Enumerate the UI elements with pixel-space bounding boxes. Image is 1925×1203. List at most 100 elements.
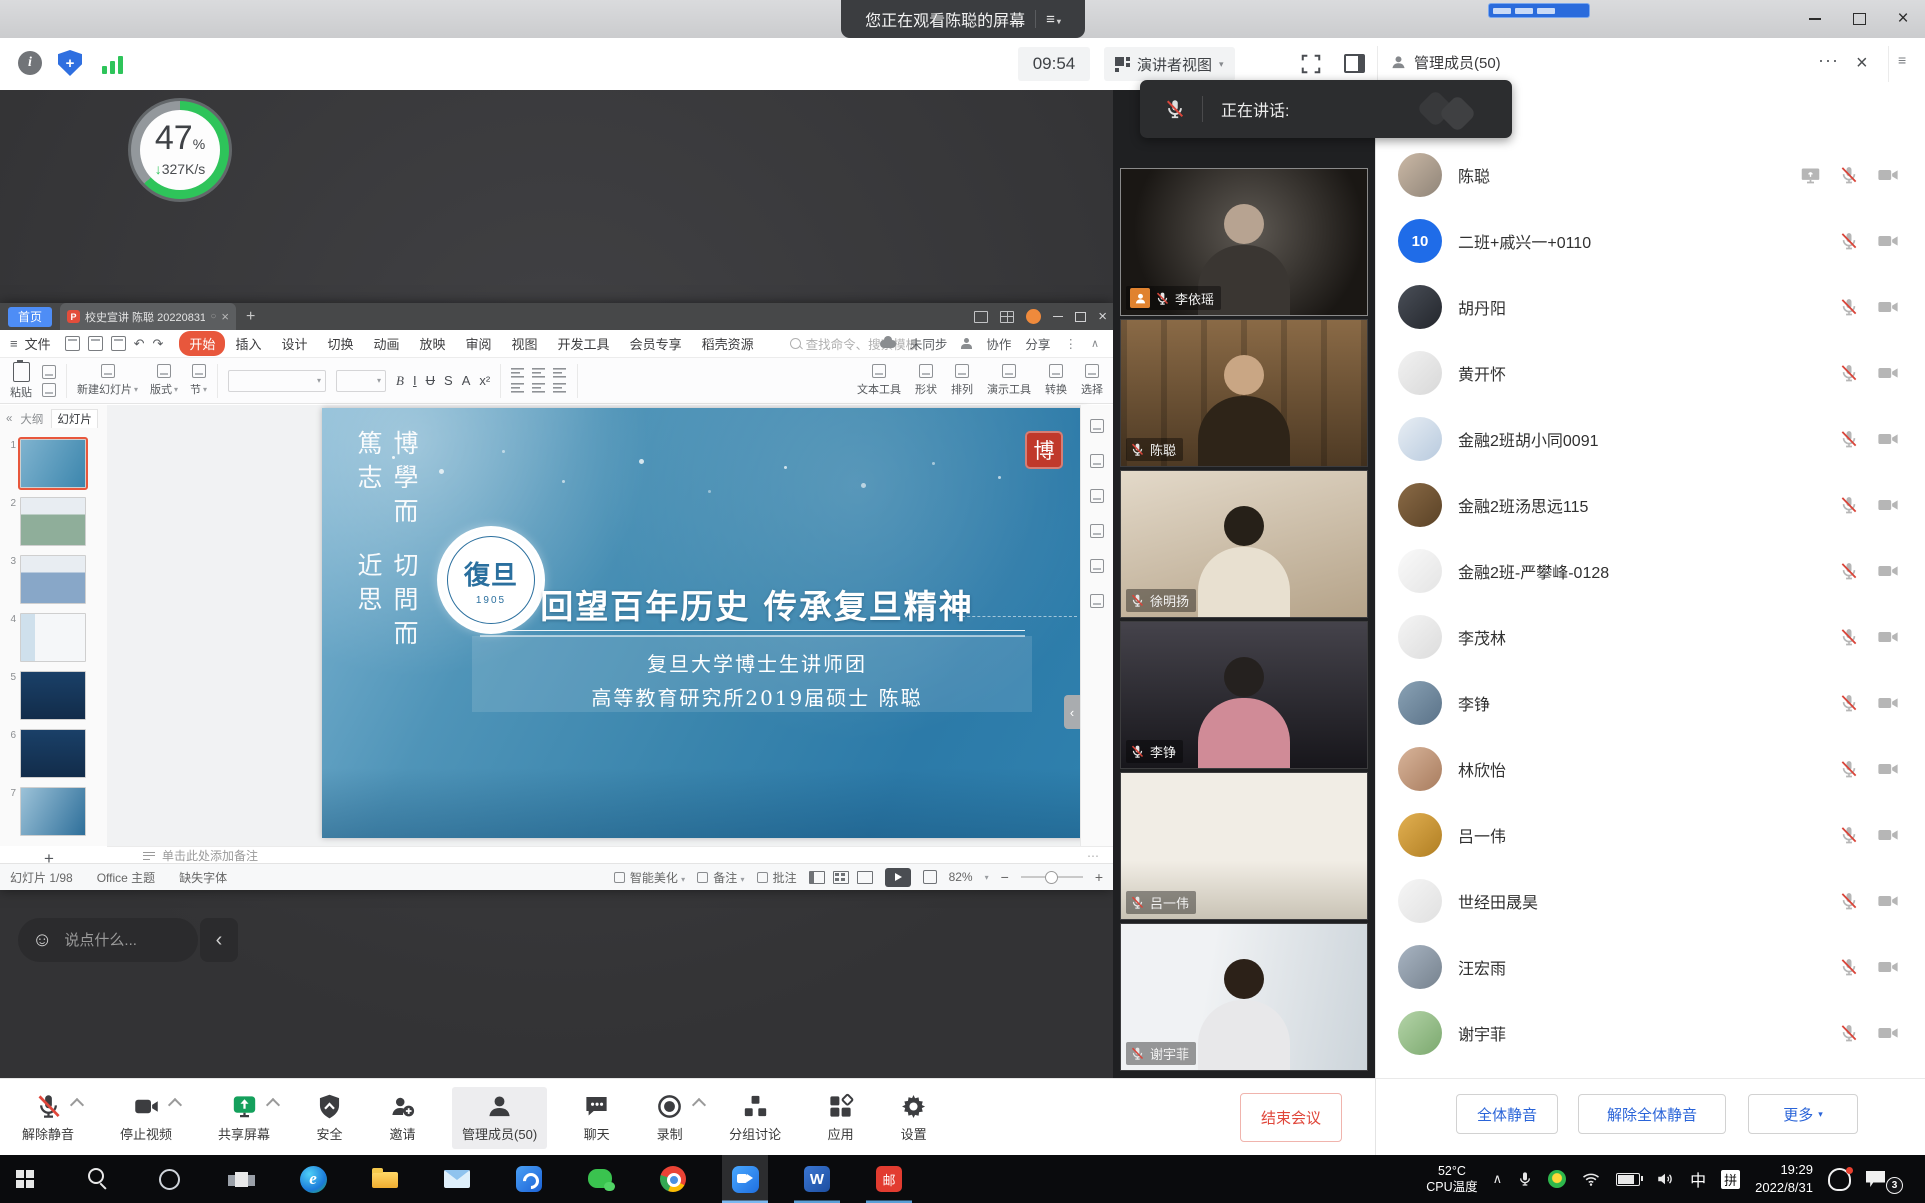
toolbar-button[interactable]: 录制 (646, 1087, 693, 1149)
muted-mic-icon[interactable] (1839, 429, 1859, 449)
tray-mic-icon[interactable] (1517, 1170, 1533, 1188)
collapse-strip-handle[interactable]: ‹ (1064, 695, 1080, 729)
format-button[interactable]: x² (479, 373, 490, 388)
wps-menu-item[interactable]: 切换 (317, 331, 363, 356)
wps-menu-item[interactable]: 开始 (179, 331, 225, 356)
wps-menu-item[interactable]: 稻壳资源 (692, 331, 764, 356)
view-mode-selector[interactable]: 演讲者视图 ▾ (1104, 47, 1235, 81)
taskbar-app-icon[interactable] (506, 1155, 552, 1203)
maximize-button[interactable] (1837, 0, 1881, 38)
wps-menu-item[interactable]: 开发工具 (548, 331, 620, 356)
minimize-button[interactable] (1793, 0, 1837, 38)
wps-grid-icon[interactable] (1000, 311, 1014, 323)
participant-row[interactable]: 10 二班+戚兴一+0110 (1376, 208, 1925, 274)
wps-document-tab[interactable]: P 校史宣讲 陈聪 20220831.pptx ○ × (60, 303, 236, 330)
camera-icon[interactable] (1877, 956, 1899, 978)
muted-mic-icon[interactable] (1839, 891, 1859, 911)
slide-editor[interactable]: 博學而篤志切問而近思 復旦 1905 博 回望百年历史 传承复旦精神 复旦大学博… (322, 408, 1087, 838)
battery-icon[interactable] (1616, 1173, 1640, 1186)
toolbar-button[interactable]: 解除静音 (12, 1087, 84, 1149)
video-tile[interactable]: 谢宇菲 (1120, 923, 1368, 1071)
muted-mic-icon[interactable] (1839, 165, 1859, 185)
taskbar-app-icon[interactable] (218, 1155, 264, 1203)
taskbar-app-icon[interactable]: W (794, 1155, 840, 1203)
chat-input[interactable] (62, 931, 176, 950)
security-shield-icon[interactable]: + (58, 50, 82, 76)
toolbar-button[interactable]: 分组讨论 (719, 1087, 791, 1149)
muted-mic-icon[interactable] (1839, 297, 1859, 317)
beautify-button[interactable]: 智能美化 ▾ (614, 869, 685, 886)
taskbar-app-icon[interactable]: 邮 (866, 1155, 912, 1203)
theme-name[interactable]: Office 主题 (97, 869, 155, 886)
participant-row[interactable]: 汪宏雨 (1376, 934, 1925, 1000)
emoji-icon[interactable]: ☺ (32, 929, 52, 952)
participant-row[interactable]: 林欣怡 (1376, 736, 1925, 802)
taskbar-app-icon[interactable] (2, 1155, 48, 1203)
camera-icon[interactable] (1877, 428, 1899, 450)
paragraph-align-icons[interactable] (511, 368, 567, 393)
close-button[interactable]: × (1881, 0, 1925, 38)
format-button[interactable]: A (462, 373, 471, 388)
format-button[interactable]: U (426, 373, 435, 388)
tray-expand-icon[interactable]: ∧ (1493, 1171, 1503, 1187)
ribbon-button[interactable]: 排列 (951, 364, 973, 397)
expand-chevron-icon[interactable] (266, 1097, 280, 1111)
cut-icon[interactable] (42, 365, 56, 379)
camera-icon[interactable] (1877, 560, 1899, 582)
format-button[interactable]: I (413, 373, 417, 388)
muted-mic-icon[interactable] (1839, 1023, 1859, 1043)
reading-view-icon[interactable] (857, 871, 873, 884)
wps-menu-icon[interactable]: ≡ (10, 336, 18, 351)
participant-row[interactable]: 世经田晟昊 (1376, 868, 1925, 934)
panel-close-icon[interactable]: × (1856, 50, 1868, 76)
ime-mode[interactable]: 拼 (1721, 1170, 1740, 1189)
wps-menu-item[interactable]: 动画 (363, 331, 409, 356)
taskbar-clock[interactable]: 19:292022/8/31 (1755, 1161, 1813, 1196)
slide-thumbnail-image[interactable] (20, 439, 86, 488)
muted-mic-icon[interactable] (1839, 627, 1859, 647)
muted-mic-icon[interactable] (1839, 759, 1859, 779)
print-icon[interactable] (88, 336, 103, 351)
camera-icon[interactable] (1877, 494, 1899, 516)
info-icon[interactable]: i (18, 51, 42, 75)
taskbar-app-icon[interactable] (650, 1155, 696, 1203)
normal-view-icon[interactable] (809, 871, 825, 884)
comment-pane-icon[interactable] (1090, 559, 1104, 573)
screen-watch-banner[interactable]: 您正在观看陈聪的屏幕 ≡▾ (841, 0, 1085, 38)
participant-row[interactable]: 谢宇菲 (1376, 1000, 1925, 1066)
participant-row[interactable]: 金融2班-严攀峰-0128 (1376, 538, 1925, 604)
ribbon-button[interactable]: 演示工具 (987, 364, 1031, 397)
toolbar-button[interactable]: 安全 (306, 1087, 353, 1149)
camera-icon[interactable] (1877, 692, 1899, 714)
network-signal-icon[interactable] (102, 56, 123, 74)
muted-mic-icon[interactable] (1839, 561, 1859, 581)
participant-row[interactable]: 李铮 (1376, 670, 1925, 736)
ribbon-button[interactable]: 选择 (1081, 364, 1103, 397)
animation-pane-icon[interactable] (1090, 454, 1104, 468)
messenger-tray-icon[interactable] (1828, 1168, 1851, 1191)
font-size-select[interactable]: ▾ (336, 370, 386, 392)
mute-all-button[interactable]: 全体静音 (1456, 1094, 1558, 1134)
taskbar-app-icon[interactable] (362, 1155, 408, 1203)
slide-thumbnail-image[interactable] (20, 613, 86, 662)
zoom-slider-knob[interactable] (1045, 871, 1058, 884)
camera-icon[interactable] (1877, 296, 1899, 318)
ribbon-button[interactable]: 文本工具 (857, 364, 901, 397)
copy-icon[interactable] (42, 383, 56, 397)
toolbar-button[interactable]: 管理成员(50) (452, 1087, 547, 1149)
wps-layout-icon[interactable] (974, 311, 988, 323)
notes-drag-handle[interactable]: ⋯ (1087, 849, 1099, 863)
zoom-slider[interactable] (1021, 876, 1083, 878)
banner-menu-icon[interactable]: ≡▾ (1046, 11, 1061, 28)
taskbar-app-icon[interactable] (578, 1155, 624, 1203)
paste-button[interactable]: 粘贴 (10, 362, 32, 400)
export-icon[interactable] (111, 336, 126, 351)
redo-icon[interactable]: ↷ (153, 336, 164, 352)
video-tile[interactable]: 徐明扬 (1120, 470, 1368, 618)
ribbon-button[interactable]: 新建幻灯片▾ (77, 364, 138, 397)
format-button[interactable]: B (396, 373, 404, 389)
participant-row[interactable]: 吕一伟 (1376, 802, 1925, 868)
notes-bar[interactable]: 单击此处添加备注 ⋯ (107, 846, 1113, 864)
wps-file-menu[interactable]: 文件 (25, 334, 51, 353)
taskbar-app-icon[interactable] (146, 1155, 192, 1203)
